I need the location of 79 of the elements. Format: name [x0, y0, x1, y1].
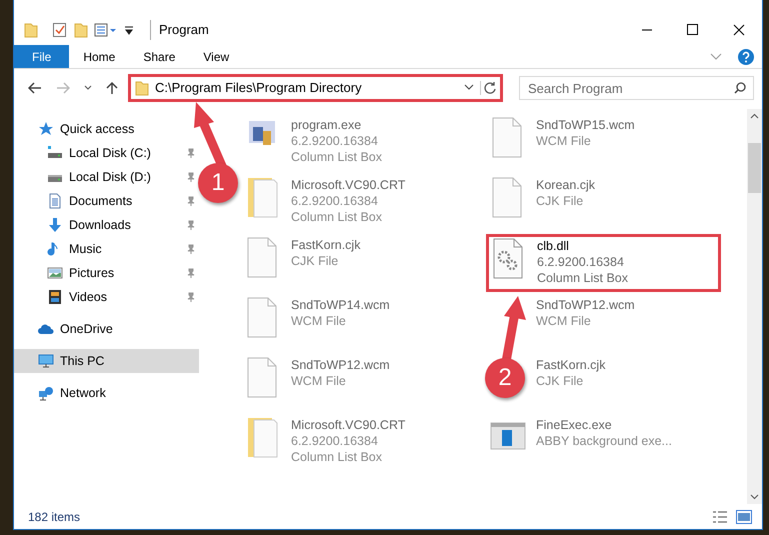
file-detail: Column List Box — [291, 449, 384, 465]
address-field[interactable]: C:\Program Files\Program Directory — [128, 74, 503, 102]
file-name[interactable]: Korean.cjk — [536, 177, 596, 193]
sidebar-item[interactable]: Pictures — [14, 261, 199, 285]
file-name[interactable]: Microsoft.VC90.CRT — [291, 177, 406, 193]
monitor-icon — [38, 353, 54, 369]
ribbon-tab[interactable]: File — [14, 45, 70, 68]
file-name[interactable]: Microsoft.VC90.CRT — [291, 417, 406, 433]
file-detail: 6.2.9200.16384 — [291, 433, 379, 449]
sidebar-item[interactable]: Quick access — [14, 117, 199, 141]
pin-icon[interactable] — [185, 268, 195, 278]
pin-icon[interactable] — [185, 148, 195, 158]
pin-icon[interactable] — [185, 196, 195, 206]
close-icon — [733, 24, 745, 36]
file-name[interactable]: clb.dll — [537, 238, 628, 254]
file-name[interactable]: FastKorn.cjk — [536, 357, 606, 373]
file-name[interactable]: SndToWP15.wcm — [536, 117, 635, 133]
sidebar-item[interactable]: Local Disk (D:) — [14, 165, 199, 189]
pin-icon[interactable] — [185, 292, 195, 302]
file-detail: Column List Box — [537, 270, 628, 286]
file-detail: WCM File — [536, 133, 592, 149]
drive-icon — [47, 145, 63, 161]
file-detail: CJK File — [536, 373, 584, 389]
file-detail: Column List Box — [291, 209, 384, 225]
sidebar-item[interactable]: Videos — [14, 285, 199, 309]
film-icon — [47, 289, 63, 305]
file-detail: 6.2.9200.16384 — [291, 133, 379, 149]
search-field[interactable]: Search Program — [519, 76, 754, 100]
sidebar-item[interactable]: Local Disk (C:) — [14, 141, 199, 165]
sidebar-item[interactable]: Network — [14, 381, 199, 405]
large-icons-view-icon[interactable] — [736, 510, 752, 524]
file-name[interactable]: program.exe — [291, 117, 382, 133]
pin-icon[interactable] — [185, 172, 195, 182]
pin-icon[interactable] — [185, 220, 195, 230]
sidebar-item[interactable]: Downloads — [14, 213, 199, 237]
refresh-icon[interactable] — [480, 81, 496, 95]
scrollbar-thumb[interactable] — [748, 143, 761, 193]
details-view-icon[interactable] — [712, 510, 728, 524]
scrollbar[interactable] — [747, 109, 762, 504]
file-detail: CJK File — [536, 193, 584, 209]
file-detail: WCM File — [291, 313, 347, 329]
sidebar-item[interactable]: OneDrive — [14, 317, 199, 341]
file-detail: 6.2.9200.16384 — [537, 254, 625, 270]
chevron-icon[interactable] — [710, 52, 722, 60]
sidebar-item[interactable]: Documents — [14, 189, 199, 213]
pin-icon[interactable] — [185, 244, 195, 254]
file-detail: ABBY background exe... — [536, 433, 672, 449]
picture-icon — [47, 265, 63, 281]
download-icon — [47, 217, 63, 233]
properties-icon[interactable] — [94, 22, 118, 38]
file-detail: WCM File — [291, 373, 347, 389]
window-title: Program — [150, 20, 209, 40]
scroll-up-icon[interactable] — [750, 113, 759, 119]
file-name[interactable]: FineExec.exe — [536, 417, 672, 433]
ribbon-tab[interactable]: Share — [129, 45, 190, 68]
network-icon — [38, 385, 54, 401]
highlighted-file-item[interactable]: clb.dll 6.2.9200.16384 Column List Box — [486, 234, 721, 292]
maximize-icon — [687, 24, 699, 36]
sidebar-item[interactable]: This PC — [14, 349, 199, 373]
checklist-icon[interactable] — [52, 22, 68, 38]
file-name[interactable]: FastKorn.cjk — [291, 237, 360, 253]
help-icon[interactable] — [738, 48, 754, 64]
file-detail: 6.2.9200.16384 — [291, 193, 379, 209]
ribbon-tab[interactable]: View — [189, 45, 244, 68]
folder-icon — [135, 80, 149, 96]
item-count: 182 items — [28, 508, 80, 526]
scroll-down-icon[interactable] — [750, 494, 759, 500]
file-detail: WCM File — [536, 313, 592, 329]
file-name[interactable]: SndToWP12.wcm — [536, 297, 635, 313]
file-name[interactable]: SndToWP12.wcm — [291, 357, 390, 373]
search-icon — [734, 82, 746, 94]
dropdown-icon[interactable] — [464, 84, 474, 92]
file-detail: CJK File — [291, 253, 340, 269]
sidebar-item[interactable]: Music — [14, 237, 199, 261]
file-name[interactable]: SndToWP14.wcm — [291, 297, 390, 313]
file-detail: Column List Box — [291, 149, 382, 165]
document-icon — [47, 193, 63, 209]
star-icon — [38, 121, 54, 137]
ribbon-tab[interactable]: Home — [69, 45, 130, 68]
